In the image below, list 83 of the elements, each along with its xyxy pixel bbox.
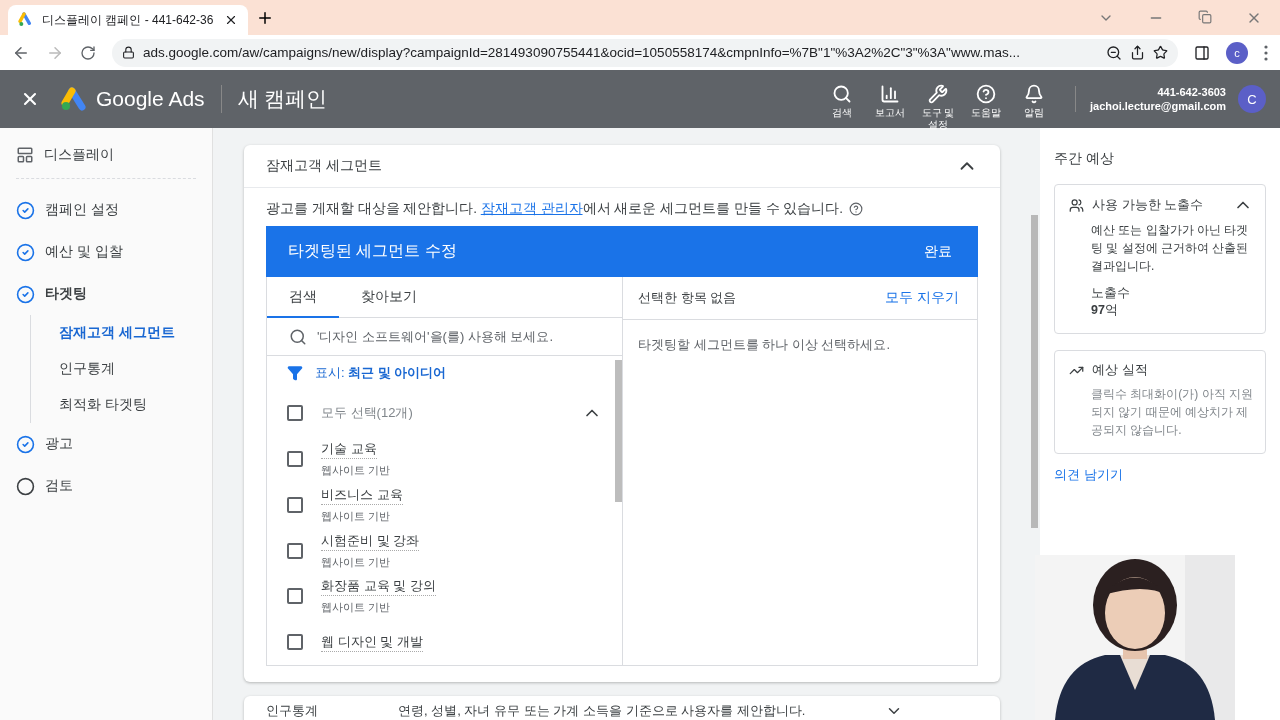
card-text: 클릭수 최대화이(가) 아직 지원되지 않기 때문에 예상치가 제공되지 않습니다. — [1090, 386, 1253, 439]
step-item[interactable]: 광고 — [16, 423, 196, 465]
account-phone: 441-642-3603 — [1157, 86, 1226, 98]
campaign-type: 디스플레이 — [44, 146, 114, 164]
segment-name: 기술 교육 — [321, 440, 377, 460]
step-item[interactable]: 타겟팅 — [16, 273, 196, 315]
ads-logo-icon — [18, 12, 34, 28]
product-name: Google Ads — [96, 87, 205, 111]
tab[interactable]: 검색 — [267, 277, 339, 319]
zoom-out-icon[interactable] — [1106, 44, 1122, 61]
profile-avatar[interactable]: c — [1226, 41, 1248, 64]
checkbox[interactable] — [287, 542, 303, 559]
section-description: 광고를 게재할 대상을 제안합니다. 잠재고객 관리자에서 새로운 세그먼트를 만들 수 있습니다. — [266, 200, 844, 218]
search-icon — [831, 84, 852, 104]
nav-button[interactable]: 검색 — [820, 84, 863, 119]
step-item[interactable]: 캠페인 설정 — [16, 189, 196, 231]
nav-button[interactable]: 알림 — [1012, 84, 1055, 119]
close-tab-icon[interactable] — [224, 13, 238, 27]
checkbox[interactable] — [287, 405, 303, 422]
editor-title: 타겟팅된 세그먼트 수정 — [288, 241, 457, 261]
people-icon — [1069, 197, 1084, 213]
checkbox[interactable] — [287, 496, 303, 513]
metric-label: 노출수 — [1091, 285, 1131, 302]
browser-tab[interactable]: 디스플레이 캠페인 - 441-642-36 — [8, 5, 248, 35]
card-text: 예산 또는 입찰가가 아닌 타겟팅 및 설정에 근거하여 산출된 결과입니다. — [1090, 222, 1250, 275]
checkbox[interactable] — [287, 634, 303, 651]
done-button[interactable]: 완료 — [918, 241, 958, 262]
segment-name: 웹 디자인 및 개발 — [321, 632, 423, 652]
select-all-label: 모두 선택(12개) — [321, 404, 414, 423]
help-icon — [975, 84, 996, 104]
section-title: 잠재고객 세그먼트 — [266, 157, 383, 175]
forecast-title: 주간 예상 — [1054, 150, 1115, 168]
scrollbar-thumb[interactable] — [1031, 215, 1038, 528]
help-icon[interactable] — [849, 202, 864, 216]
nav-button[interactable]: 보고서 — [868, 84, 911, 119]
section-title: 인구통계 — [266, 702, 318, 720]
search-icon — [289, 327, 307, 346]
segment-source: 웹사이트 기반 — [321, 463, 391, 479]
selection-status: 선택한 항목 없음 — [638, 289, 737, 307]
star-icon[interactable] — [1153, 45, 1168, 60]
card-title: 사용 가능한 노출수 — [1092, 196, 1205, 214]
page-title: 새 캠페인 — [237, 86, 328, 112]
address-bar[interactable]: ads.google.com/aw/campaigns/new/display?campaignId=281493090755441&ocid=1050558174&cmpnInfo=%7B"1"%3A2%2C"3"%3A"www.mas... — [112, 38, 1178, 67]
substep-item[interactable]: 인구통계 — [31, 351, 196, 387]
substep-item[interactable]: 최적화 타겟팅 — [31, 387, 196, 423]
menu-icon[interactable] — [1264, 44, 1268, 61]
step-item[interactable]: 예산 및 입찰 — [16, 231, 196, 273]
ads-logo-icon — [60, 87, 88, 111]
segment-name: 비즈니스 교육 — [321, 485, 403, 505]
search-field[interactable]: '디자인 소프트웨어'을(를) 사용해 보세요. — [315, 328, 600, 346]
bar-chart-icon — [879, 84, 900, 104]
lock-icon — [122, 46, 135, 59]
scrollbar-thumb[interactable] — [615, 360, 622, 502]
segment-source: 웹사이트 기반 — [321, 508, 392, 524]
display-icon — [16, 146, 34, 164]
side-panel-icon[interactable] — [1194, 44, 1210, 61]
segment-source: 웹사이트 기반 — [321, 600, 392, 616]
share-icon[interactable] — [1130, 45, 1145, 60]
filter-label[interactable]: 표시: 최근 및 아이디어 — [315, 364, 447, 383]
checkbox[interactable] — [287, 588, 303, 605]
tab[interactable]: 찾아보기 — [339, 277, 439, 319]
filter-icon[interactable] — [287, 365, 303, 382]
bell-icon — [1023, 84, 1044, 104]
empty-message: 타겟팅할 세그먼트를 하나 이상 선택하세요. — [637, 336, 892, 354]
step-item[interactable]: 검토 — [16, 465, 196, 507]
segment-name: 시험준비 및 강좌 — [321, 531, 420, 551]
feedback-link[interactable]: 의견 남기기 — [1054, 466, 1266, 484]
section-description: 연령, 성별, 자녀 유무 또는 가계 소득을 기준으로 사용자를 제안합니다. — [398, 702, 806, 720]
segment-name: 화장품 교육 및 강의 — [321, 577, 436, 597]
segment-source: 웹사이트 기반 — [321, 554, 392, 570]
checkbox[interactable] — [287, 451, 303, 468]
card-title: 예상 실적 — [1092, 361, 1149, 379]
wrench-icon — [927, 84, 948, 104]
account-email: jachoi.lecture@gmail.com — [1089, 100, 1226, 112]
nav-button[interactable]: 도움말 — [964, 84, 1007, 119]
audience-manager-link[interactable]: 잠재고객 관리자 — [480, 201, 583, 216]
clear-all-button[interactable]: 모두 지우기 — [879, 288, 965, 308]
account-avatar[interactable]: C — [1238, 85, 1266, 113]
reload-icon[interactable] — [80, 44, 96, 61]
substep-item[interactable]: 잠재고객 세그먼트 — [31, 315, 196, 351]
nav-button[interactable]: 도구 및 설정 — [916, 84, 959, 131]
metric-value: 97억 — [1091, 302, 1119, 319]
restore-icon[interactable] — [1198, 9, 1212, 24]
